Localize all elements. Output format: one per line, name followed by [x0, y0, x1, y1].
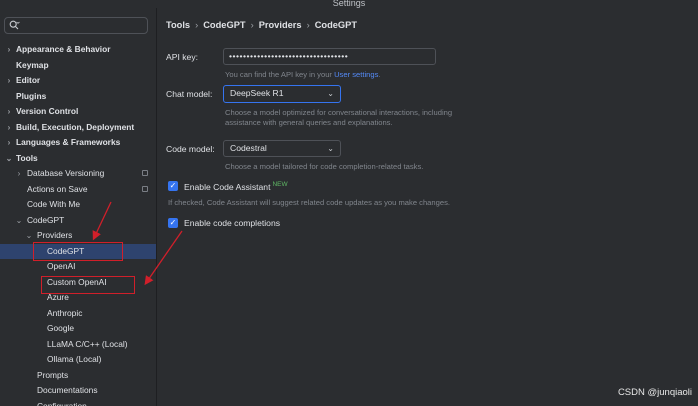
sidebar-item[interactable]: Ollama (Local) — [0, 352, 156, 367]
checkmark-icon: ✓ — [169, 181, 177, 190]
chevron-down-icon[interactable]: ⌄ — [14, 213, 24, 228]
sidebar-item-label: Database Versioning — [27, 168, 105, 178]
sidebar-item-label: Keymap — [16, 59, 49, 70]
highlight-box-codegpt — [33, 242, 123, 261]
highlight-box-custom-openai — [41, 276, 135, 294]
breadcrumb-separator: › — [306, 20, 310, 30]
code-assistant-hint: If checked, Code Assistant will suggest … — [168, 198, 450, 207]
code-model-select[interactable]: Codestral ⌄ — [223, 140, 341, 157]
enable-code-completions-checkbox[interactable]: ✓ — [168, 218, 178, 228]
sidebar-item-label: LLaMA C/C++ (Local) — [47, 338, 128, 349]
sidebar-item[interactable]: Prompts — [0, 368, 156, 383]
enable-code-completions-label[interactable]: Enable code completions — [184, 218, 280, 228]
chevron-down-icon: ⌄ — [327, 144, 334, 153]
window-title: Settings — [332, 0, 366, 8]
chevron-right-icon[interactable]: › — [4, 120, 14, 135]
chevron-right-icon[interactable]: › — [4, 73, 14, 88]
sidebar-item[interactable]: Documentations — [0, 383, 156, 398]
sidebar-item[interactable]: Code With Me — [0, 197, 156, 212]
settings-content: Tools › CodeGPT › Providers › CodeGPT API key:… — [157, 8, 698, 406]
code-model-label: Code model: — [166, 144, 215, 154]
search-icon — [9, 20, 20, 34]
sidebar-item-label: Google — [47, 323, 75, 333]
breadcrumb-separator: › — [195, 20, 199, 30]
sidebar-item[interactable]: OpenAI — [0, 259, 156, 274]
chevron-down-icon[interactable]: ⌄ — [4, 151, 14, 166]
code-model-hint: Choose a model tailored for code complet… — [225, 162, 424, 171]
sidebar-item[interactable]: Actions on Save — [0, 182, 156, 197]
breadcrumb-item: CodeGPT — [314, 20, 358, 30]
chevron-down-icon[interactable]: ⌄ — [24, 228, 34, 243]
api-key-hint: You can find the API key in your User se… — [225, 70, 381, 79]
sidebar-item[interactable]: › Build, Execution, Deployment — [0, 120, 156, 135]
breadcrumb: Tools › CodeGPT › Providers › CodeGPT — [166, 20, 357, 30]
chat-model-label: Chat model: — [166, 89, 213, 99]
sidebar-item-label: Ollama (Local) — [47, 354, 102, 364]
search-input[interactable] — [4, 17, 148, 34]
window-titlebar: Settings — [0, 0, 698, 8]
sidebar-item[interactable]: › Editor — [0, 73, 156, 88]
sidebar-item-label: Languages & Frameworks — [16, 137, 121, 147]
sidebar-item-label: Version Control — [16, 106, 79, 116]
sidebar-item-label: Documentations — [37, 385, 98, 395]
sidebar-item-label: Appearance & Behavior — [16, 44, 111, 54]
chevron-down-icon: ⌄ — [327, 89, 334, 98]
sidebar-item[interactable]: › Languages & Frameworks — [0, 135, 156, 150]
sidebar-item-label: OpenAI — [47, 261, 76, 271]
breadcrumb-item[interactable]: Providers — [259, 20, 302, 30]
sidebar-item-label: Configuration — [37, 400, 87, 406]
breadcrumb-item[interactable]: CodeGPT — [203, 20, 245, 30]
settings-sidebar: › Appearance & Behavior Keymap › Editor Plugi… — [0, 8, 157, 406]
api-key-field[interactable]: •••••••••••••••••••••••••••••••••• — [223, 48, 436, 65]
sidebar-item[interactable]: ⌄ CodeGPT — [0, 213, 156, 228]
sidebar-item[interactable]: Keymap — [0, 58, 156, 73]
breadcrumb-item[interactable]: Tools — [166, 20, 190, 30]
chevron-right-icon[interactable]: › — [4, 42, 14, 57]
sidebar-item[interactable]: Configuration — [0, 399, 156, 406]
sidebar-item-label: Tools — [16, 152, 38, 163]
project-settings-icon — [142, 170, 148, 176]
sidebar-item-label: Editor — [16, 75, 41, 85]
enable-code-assistant-label[interactable]: Enable Code Assistant NEW — [184, 181, 288, 192]
user-settings-link[interactable]: User settings — [334, 70, 378, 79]
sidebar-item-label: Code With Me — [27, 199, 81, 209]
sidebar-item[interactable]: › Appearance & Behavior — [0, 42, 156, 57]
watermark: CSDN @junqiaoli — [617, 387, 692, 398]
sidebar-item-label: Prompts — [37, 369, 69, 380]
sidebar-item[interactable]: › Database Versioning — [0, 166, 156, 181]
chevron-right-icon[interactable]: › — [4, 104, 14, 119]
sidebar-item-label: Plugins — [16, 90, 47, 101]
chat-model-hint: Choose a model optimized for conversatio… — [225, 108, 453, 127]
sidebar-item[interactable]: LLaMA C/C++ (Local) — [0, 337, 156, 352]
sidebar-item[interactable]: ⌄ Providers — [0, 228, 156, 243]
sidebar-item[interactable]: › Version Control — [0, 104, 156, 119]
new-badge: NEW — [272, 181, 288, 188]
project-settings-icon — [142, 185, 148, 192]
code-model-value: Codestral — [230, 143, 267, 153]
api-key-label: API key: — [166, 52, 198, 62]
sidebar-item[interactable]: Google — [0, 321, 156, 336]
chat-model-select[interactable]: DeepSeek R1 ⌄ — [223, 85, 341, 103]
chevron-right-icon[interactable]: › — [4, 135, 14, 150]
sidebar-item-label: Anthropic — [47, 307, 83, 318]
chevron-right-icon[interactable]: › — [14, 166, 24, 181]
checkmark-icon: ✓ — [169, 218, 177, 227]
chat-model-value: DeepSeek R1 — [230, 88, 284, 98]
sidebar-item[interactable]: Anthropic — [0, 306, 156, 321]
sidebar-item-label: Providers — [37, 230, 73, 240]
breadcrumb-separator: › — [250, 20, 254, 30]
enable-code-assistant-checkbox[interactable]: ✓ — [168, 181, 178, 191]
sidebar-item-label: Actions on Save — [27, 183, 88, 194]
sidebar-item[interactable]: Plugins — [0, 89, 156, 104]
sidebar-item[interactable]: ⌄ Tools — [0, 151, 156, 166]
sidebar-item-label: Build, Execution, Deployment — [16, 121, 135, 132]
sidebar-item-label: CodeGPT — [27, 214, 65, 225]
